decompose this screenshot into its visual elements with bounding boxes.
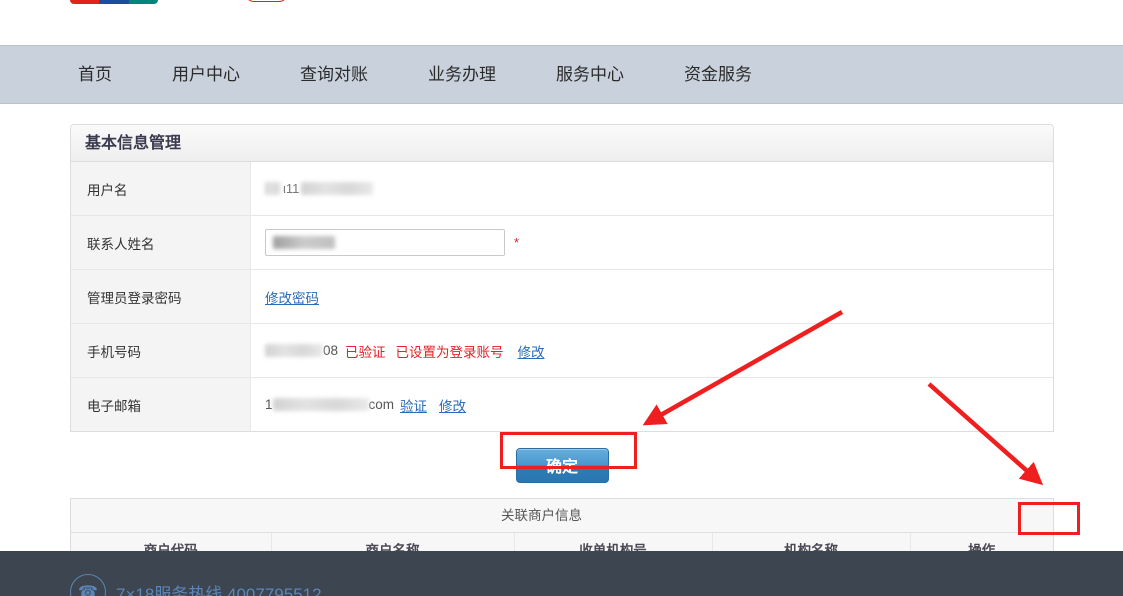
row-phone: 手机号码 08 已验证 已设置为登录账号 修改 (71, 324, 1053, 378)
logo-strip: UNION Merchant Services IPv6 (0, 0, 1123, 45)
edit-phone-link[interactable]: 修改 (518, 341, 545, 361)
unionpay-logo-icon: UNION (70, 0, 158, 4)
redaction-block (265, 344, 323, 357)
phone-icon: ☎ (70, 574, 106, 596)
main-navigation: 首页 用户中心 查询对账 业务办理 服务中心 资金服务 (0, 45, 1123, 104)
label-contact-name: 联系人姓名 (71, 216, 251, 269)
value-admin-password: 修改密码 (251, 270, 1053, 323)
content-area: 基本信息管理 用户名 ι11 联系人姓名 * 管理员登录密码 修改密码 手机号码… (70, 124, 1054, 596)
required-asterisk: * (514, 235, 520, 250)
label-username: 用户名 (71, 162, 251, 215)
username-visible-text: ι11 (283, 181, 300, 196)
row-email: 电子邮箱 1 com 验证 修改 (71, 378, 1053, 431)
merchant-section-title: 关联商户信息 (71, 499, 1053, 533)
label-email: 电子邮箱 (71, 378, 251, 431)
verify-email-link[interactable]: 验证 (400, 395, 427, 415)
redaction-block (301, 182, 374, 195)
value-email: 1 com 验证 修改 (251, 378, 1053, 431)
redaction-block (273, 236, 335, 249)
row-admin-password: 管理员登录密码 修改密码 (71, 270, 1053, 324)
panel-title: 基本信息管理 (71, 125, 1053, 162)
page-footer: ☎ 7×18服务热线 4007795512 (0, 551, 1123, 596)
edit-email-link[interactable]: 修改 (439, 395, 466, 415)
contact-name-input[interactable] (265, 229, 505, 256)
nav-item-user-center[interactable]: 用户中心 (172, 45, 240, 104)
email-suffix-text: com (368, 397, 395, 412)
phone-login-account-status: 已设置为登录账号 (395, 344, 504, 360)
confirm-button[interactable]: 确定 (515, 447, 609, 483)
value-phone: 08 已验证 已设置为登录账号 修改 (251, 324, 1053, 377)
value-username: ι11 (251, 162, 1053, 215)
footer-hotline-block: ☎ 7×18服务热线 4007795512 (70, 574, 322, 596)
page-root: UNION Merchant Services IPv6 首页 用户中心 查询对… (0, 0, 1123, 596)
value-contact-name: * (251, 216, 1053, 269)
nav-item-home[interactable]: 首页 (78, 45, 112, 104)
label-phone: 手机号码 (71, 324, 251, 377)
nav-item-fund-service[interactable]: 资金服务 (684, 45, 752, 104)
change-password-link[interactable]: 修改密码 (265, 287, 319, 307)
email-prefix-text: 1 (265, 397, 273, 412)
row-username: 用户名 ι11 (71, 162, 1053, 216)
nav-item-service-center[interactable]: 服务中心 (556, 45, 624, 104)
redaction-block (272, 398, 369, 411)
confirm-button-row: 确定 (70, 432, 1054, 498)
phone-visible-text: 08 (323, 343, 339, 358)
ipv6-badge: IPv6 (245, 0, 288, 2)
redaction-block (265, 182, 281, 195)
footer-hotline-text: 7×18服务热线 4007795512 (116, 584, 322, 596)
phone-verified-status: 已验证 (345, 344, 386, 360)
nav-item-business-handling[interactable]: 业务办理 (428, 45, 496, 104)
label-admin-password: 管理员登录密码 (71, 270, 251, 323)
nav-item-query-reconciliation[interactable]: 查询对账 (300, 45, 368, 104)
row-contact-name: 联系人姓名 * (71, 216, 1053, 270)
basic-info-panel: 基本信息管理 用户名 ι11 联系人姓名 * 管理员登录密码 修改密码 手机号码… (70, 124, 1054, 432)
phone-glyph: ☎ (78, 584, 98, 596)
